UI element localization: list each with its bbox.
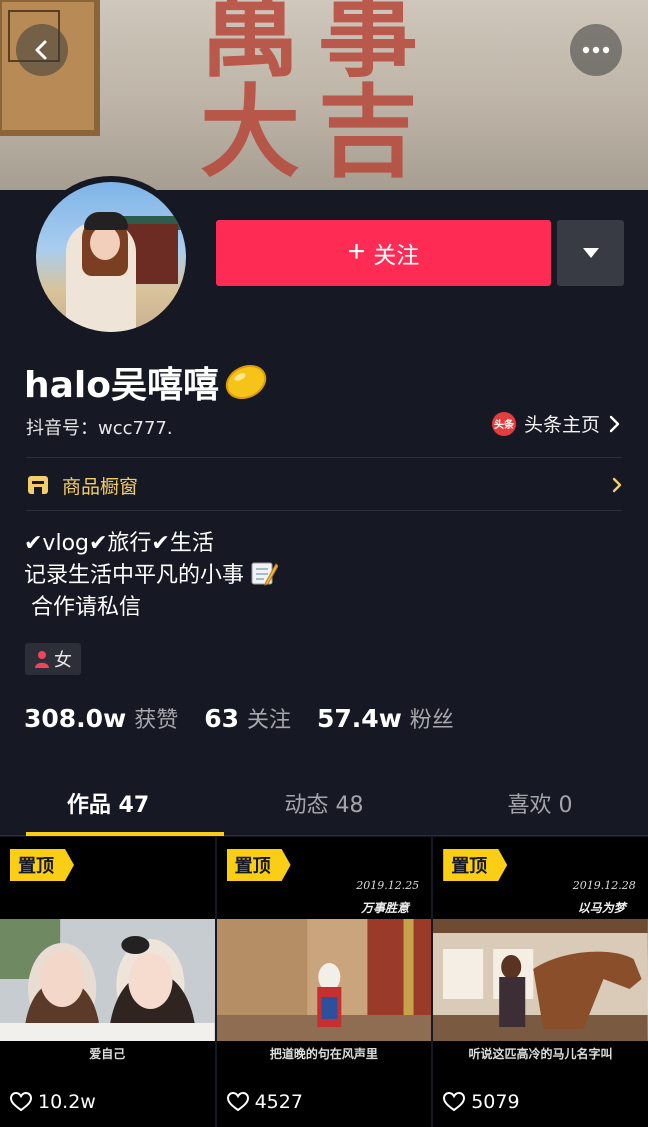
tab-works[interactable]: 作品 47 xyxy=(0,770,224,836)
video-likes: 5079 xyxy=(443,1091,520,1113)
chevron-right-icon xyxy=(609,415,620,432)
bio-line: 合作请私信 xyxy=(24,595,141,620)
pinned-badge: 置顶 xyxy=(443,849,508,881)
heart-icon xyxy=(443,1092,466,1112)
profile-stats: 308.0w 获赞 63 关注 57.4w 粉丝 xyxy=(24,702,480,734)
lemon-icon xyxy=(225,364,267,400)
stat-likes[interactable]: 308.0w 获赞 xyxy=(24,702,178,734)
heart-icon xyxy=(226,1092,249,1112)
stat-label: 获赞 xyxy=(134,708,179,733)
divider xyxy=(26,510,622,511)
video-thumbnail xyxy=(433,919,648,1041)
tab-liked[interactable]: 喜欢 0 xyxy=(432,770,648,835)
video-top-text: 万事胜意 xyxy=(361,901,410,915)
plus-icon: + xyxy=(347,235,366,268)
more-dots-icon xyxy=(582,46,610,54)
shop-window-row[interactable]: 商品橱窗 xyxy=(26,460,622,510)
caret-down-icon xyxy=(582,248,599,258)
recommend-dropdown-button[interactable] xyxy=(557,220,624,286)
shop-icon xyxy=(28,476,48,494)
bio-line: ✔vlog✔旅行✔生活 xyxy=(24,531,214,556)
follow-button[interactable]: + 关注 xyxy=(216,220,551,286)
follow-label: 关注 xyxy=(373,242,420,268)
bio-line-with-icon: 记录生活中平凡的小事 xyxy=(24,560,279,592)
video-card[interactable]: 置顶 爱自己 10.2w xyxy=(0,837,215,1127)
back-button[interactable] xyxy=(16,24,68,76)
divider xyxy=(26,457,622,458)
cover-calligraphy: 萬事 大吉 xyxy=(200,0,436,190)
video-likes: 10.2w xyxy=(10,1091,96,1113)
video-thumbnail xyxy=(216,919,432,1041)
pinned-badge: 置顶 xyxy=(226,849,291,881)
video-top-text: 以马为梦 xyxy=(577,901,626,915)
video-caption: 听说这匹高冷的马儿名字叫 xyxy=(468,1047,613,1061)
memo-icon xyxy=(251,562,279,586)
video-date: 2019.12.28 xyxy=(572,879,636,892)
gender-label: 女 xyxy=(54,650,72,671)
bio-line: 记录生活中平凡的小事 xyxy=(24,563,245,588)
video-thumbnail xyxy=(0,919,215,1041)
shop-window-label: 商品橱窗 xyxy=(62,475,139,498)
tab-activity[interactable]: 动态 48 xyxy=(216,770,432,835)
video-caption: 爱自己 xyxy=(89,1047,126,1061)
like-count: 5079 xyxy=(471,1091,520,1113)
stat-value: 63 xyxy=(204,704,239,733)
stat-following[interactable]: 63 关注 xyxy=(204,702,291,734)
video-date: 2019.12.25 xyxy=(356,879,420,892)
video-grid: 置顶 爱自己 10.2w 置顶 2019.12.25 万事胜意 把道晚的句在风声… xyxy=(0,837,648,1127)
stat-label: 关注 xyxy=(247,708,292,733)
nickname-text: halo吴嘻嘻 xyxy=(24,365,219,406)
avatar-image xyxy=(36,182,186,332)
stat-followers[interactable]: 57.4w 粉丝 xyxy=(317,702,454,734)
toutiao-icon: 头条 xyxy=(491,411,516,436)
chevron-right-icon xyxy=(612,477,622,493)
heart-icon xyxy=(10,1092,32,1112)
stat-label: 粉丝 xyxy=(409,708,454,733)
stat-value: 308.0w xyxy=(24,704,127,733)
profile-cover: 萬事 大吉 xyxy=(0,0,648,190)
douyin-id: 抖音号：wcc777. xyxy=(26,418,173,439)
toutiao-label: 头条主页 xyxy=(523,414,600,436)
video-card[interactable]: 置顶 2019.12.25 万事胜意 把道晚的句在风声里 4527 xyxy=(216,837,432,1127)
like-count: 10.2w xyxy=(38,1091,96,1113)
pinned-badge: 置顶 xyxy=(10,849,74,881)
female-icon xyxy=(35,651,49,668)
toutiao-homepage-link[interactable]: 头条 头条主页 xyxy=(491,410,620,437)
stat-value: 57.4w xyxy=(317,704,402,733)
video-likes: 4527 xyxy=(226,1091,303,1113)
bio: ✔vlog✔旅行✔生活 记录生活中平凡的小事 合作请私信 xyxy=(24,528,279,624)
like-count: 4527 xyxy=(254,1091,303,1113)
chevron-left-icon xyxy=(35,40,47,60)
video-caption: 把道晚的句在风声里 xyxy=(269,1047,378,1061)
nickname: halo吴嘻嘻 xyxy=(24,356,269,408)
more-options-button[interactable] xyxy=(570,24,622,76)
gender-tag: 女 xyxy=(25,643,81,675)
video-card[interactable]: 置顶 2019.12.28 以马为梦 听说这匹高冷的马儿名字叫 5079 xyxy=(433,837,648,1127)
profile-tabs: 作品 47 动态 48 喜欢 0 xyxy=(0,770,648,836)
avatar[interactable] xyxy=(30,176,192,338)
